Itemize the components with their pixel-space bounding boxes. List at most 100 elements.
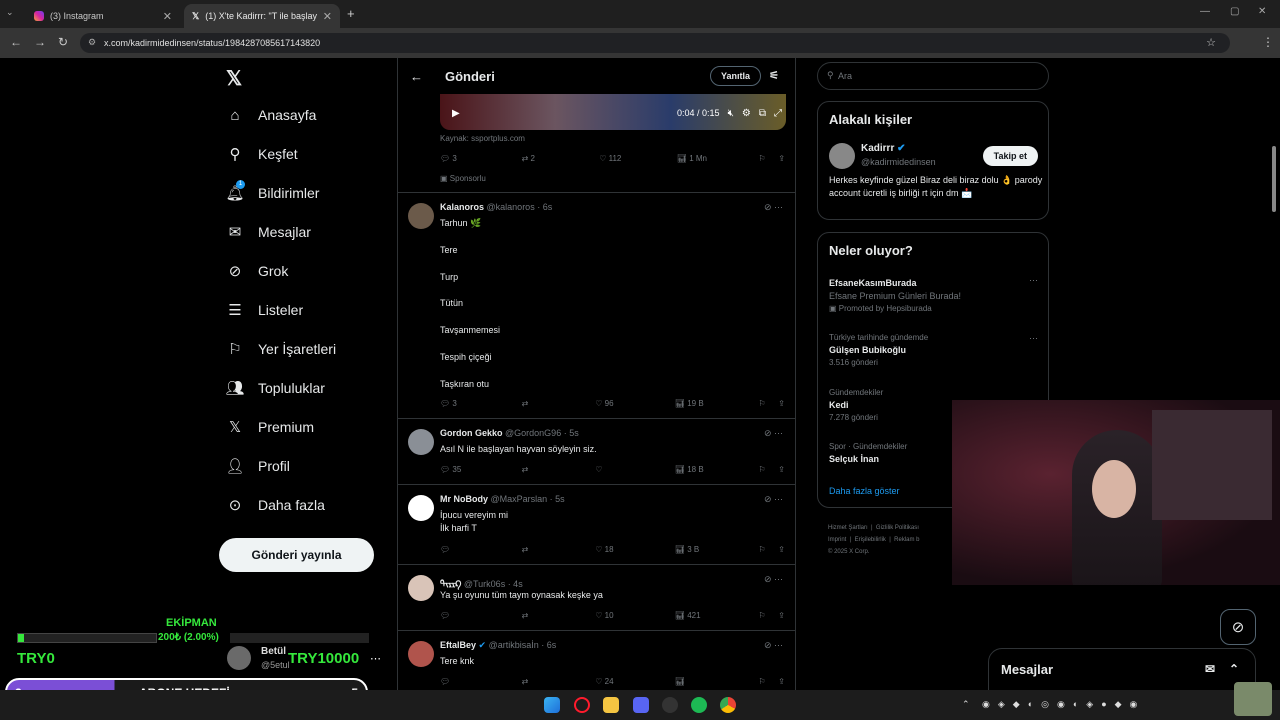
trend-item[interactable]: Türkiye tarihinde gündemde Gülşen Bubiko… bbox=[829, 333, 928, 367]
app-icon[interactable] bbox=[662, 697, 678, 713]
reply-icon[interactable]: 💬︎ bbox=[440, 677, 522, 686]
reply-tweet[interactable]: Mr NoBody @MaxParslan · 5s ⊘ ⋯ İpucu ver… bbox=[398, 484, 795, 564]
avatar[interactable] bbox=[408, 641, 434, 667]
trend-item[interactable]: Gündemdekiler Kedi 7.278 gönderi bbox=[829, 388, 883, 422]
close-icon[interactable]: ✕ bbox=[323, 10, 332, 23]
folder-icon[interactable] bbox=[603, 697, 619, 713]
avatar[interactable] bbox=[408, 203, 434, 229]
reply-button[interactable]: Yanıtla bbox=[709, 66, 761, 86]
sidebar-item-grok[interactable]: ⊘ Grok bbox=[226, 262, 289, 280]
avatar[interactable] bbox=[408, 429, 434, 455]
reply-tweet[interactable]: ᠲᠢᠷᠷᠺ @Turk06s · 4s ⊘ ⋯ Ya şu oyunu tüm … bbox=[398, 564, 795, 630]
trend-more-icon[interactable]: ⋯ bbox=[1029, 333, 1038, 344]
play-icon[interactable]: ▶ bbox=[452, 108, 460, 119]
pip-icon[interactable]: ⧉ bbox=[759, 108, 766, 119]
views-icon[interactable]: 📊︎ bbox=[675, 677, 759, 686]
opera-icon[interactable] bbox=[574, 697, 590, 713]
url-bar[interactable]: ⚙ x.com/kadirmidedinsen/status/198428708… bbox=[80, 33, 1230, 53]
messages-drawer[interactable]: Mesajlar ✉ ⌃ bbox=[988, 648, 1256, 690]
grok-float-button[interactable]: ⊘ bbox=[1220, 609, 1256, 645]
views-icon[interactable]: 📊︎ 421 bbox=[675, 611, 759, 620]
sidebar-item-more[interactable]: ⊙ Daha fazla bbox=[226, 496, 325, 514]
sidebar-item-communities[interactable]: 👥︎ Topluluklar bbox=[225, 379, 324, 397]
mute-icon[interactable]: 🔇︎ bbox=[728, 108, 734, 119]
reply-icon[interactable]: 💬︎ 35 bbox=[440, 465, 522, 474]
share-icon[interactable]: ⇪ bbox=[778, 545, 785, 554]
forward-icon[interactable]: → bbox=[34, 35, 46, 49]
share-icon[interactable]: ⇪ bbox=[778, 677, 785, 686]
repost-icon[interactable]: ⇄ bbox=[522, 611, 596, 620]
bookmark-icon[interactable]: ⚐ bbox=[758, 611, 778, 620]
bookmark-icon[interactable]: ⚐ bbox=[758, 677, 778, 686]
show-more-link[interactable]: Daha fazla göster bbox=[829, 486, 900, 496]
share-icon[interactable]: ⇪ bbox=[778, 399, 785, 408]
sidebar-item-lists[interactable]: ☰ Listeler bbox=[226, 301, 303, 319]
tweet-more-icon[interactable]: ⊘ ⋯ bbox=[764, 494, 783, 505]
new-tab-icon[interactable]: + bbox=[347, 6, 355, 21]
tweet-more-icon[interactable]: ⊘ ⋯ bbox=[764, 574, 783, 585]
tweet-more-icon[interactable]: ⊘ ⋯ bbox=[764, 202, 783, 213]
menu-icon[interactable]: ⋮ bbox=[1262, 35, 1274, 49]
windows-start-icon[interactable] bbox=[544, 697, 560, 713]
repost-icon[interactable]: ⇄ bbox=[522, 465, 596, 474]
expand-icon[interactable]: ⌃ bbox=[1229, 662, 1239, 676]
video-player[interactable]: ▶ 0:04 / 0:15 🔇︎ ⚙ ⧉ ⤢ bbox=[440, 94, 786, 130]
views-icon[interactable]: 📊︎ 18 B bbox=[675, 465, 759, 474]
fullscreen-icon[interactable]: ⤢ bbox=[774, 108, 782, 119]
reply-icon[interactable]: 💬︎ 3 bbox=[440, 154, 522, 163]
tray-expand-icon[interactable]: ⌃ bbox=[962, 699, 970, 710]
views-icon[interactable]: 📊︎ 3 B bbox=[675, 545, 759, 554]
trend-more-icon[interactable]: ⋯ bbox=[1029, 275, 1038, 286]
scrollbar[interactable] bbox=[1272, 146, 1276, 212]
share-icon[interactable]: ⇪ bbox=[778, 154, 785, 163]
sidebar-item-premium[interactable]: 𝕏 Premium bbox=[226, 418, 314, 436]
filter-icon[interactable]: ⚟ bbox=[769, 69, 779, 82]
bookmark-icon[interactable]: ⚐ bbox=[758, 154, 778, 163]
like-icon[interactable]: ♡ 10 bbox=[595, 611, 675, 620]
reply-icon[interactable]: 💬︎ 3 bbox=[440, 399, 522, 408]
reply-icon[interactable]: 💬︎ bbox=[440, 611, 522, 620]
repost-icon[interactable]: ⇄ bbox=[522, 545, 596, 554]
close-icon[interactable]: ✕ bbox=[163, 10, 172, 23]
share-icon[interactable]: ⇪ bbox=[778, 611, 785, 620]
reload-icon[interactable]: ↻ bbox=[58, 35, 68, 49]
spotify-icon[interactable] bbox=[691, 697, 707, 713]
tweet-more-icon[interactable]: ⊘ ⋯ bbox=[764, 640, 783, 651]
sidebar-item-home[interactable]: ⌂ Anasayfa bbox=[226, 106, 316, 124]
bookmark-star-icon[interactable]: ☆ bbox=[1206, 36, 1216, 49]
avatar[interactable] bbox=[408, 495, 434, 521]
reply-icon[interactable]: 💬︎ bbox=[440, 545, 522, 554]
maximize-icon[interactable]: ▢ bbox=[1230, 6, 1239, 17]
follow-button[interactable]: Takip et bbox=[982, 146, 1038, 166]
share-icon[interactable]: ⇪ bbox=[778, 465, 785, 474]
like-icon[interactable]: ♡ bbox=[595, 465, 675, 474]
like-icon[interactable]: ♡ 96 bbox=[595, 399, 675, 408]
chrome-icon[interactable] bbox=[720, 697, 736, 713]
new-message-icon[interactable]: ✉ bbox=[1205, 662, 1215, 676]
avatar[interactable] bbox=[829, 143, 855, 169]
views-icon[interactable]: 📊︎ 1 Mn bbox=[677, 154, 759, 163]
settings-icon[interactable]: ⚙ bbox=[742, 108, 751, 119]
reply-tweet[interactable]: Gordon Gekko @GordonG96 · 5s ⊘ ⋯ Asıl N … bbox=[398, 418, 795, 484]
sidebar-item-messages[interactable]: ✉ Mesajlar bbox=[226, 223, 311, 241]
tab-x-post[interactable]: 𝕏 (1) X'te Kadirrr: "T ile başlayan I ✕ bbox=[184, 4, 340, 28]
close-window-icon[interactable]: ✕ bbox=[1258, 6, 1266, 17]
tab-instagram[interactable]: (3) Instagram ✕ bbox=[26, 4, 180, 28]
like-icon[interactable]: ♡ 24 bbox=[595, 677, 675, 686]
sidebar-item-bookmarks[interactable]: ⚐ Yer İşaretleri bbox=[226, 340, 336, 358]
views-icon[interactable]: 📊︎ 19 B bbox=[675, 399, 759, 408]
tab-search-icon[interactable]: ⌄ bbox=[6, 7, 14, 18]
bookmark-icon[interactable]: ⚐ bbox=[758, 465, 778, 474]
repost-icon[interactable]: ⇄ bbox=[522, 399, 596, 408]
tweet-more-icon[interactable]: ⊘ ⋯ bbox=[764, 428, 783, 439]
minimize-icon[interactable]: — bbox=[1200, 6, 1210, 17]
trend-item[interactable]: EfsaneKasımBurada Efsane Premium Günleri… bbox=[829, 275, 961, 313]
back-arrow-icon[interactable]: ← bbox=[410, 69, 423, 84]
bookmark-icon[interactable]: ⚐ bbox=[758, 545, 778, 554]
sidebar-item-explore[interactable]: ⚲ Keşfet bbox=[226, 145, 298, 163]
back-icon[interactable]: ← bbox=[10, 35, 22, 49]
reply-tweet[interactable]: EftalBey ✔ @artikbisaİn · 6s ⊘ ⋯ Tere kn… bbox=[398, 630, 795, 690]
person-name[interactable]: Kadirrr ✔ bbox=[861, 143, 906, 154]
sidebar-item-profile[interactable]: 👤︎ Profil bbox=[225, 457, 289, 475]
post-button[interactable]: Gönderi yayınla bbox=[219, 538, 374, 572]
